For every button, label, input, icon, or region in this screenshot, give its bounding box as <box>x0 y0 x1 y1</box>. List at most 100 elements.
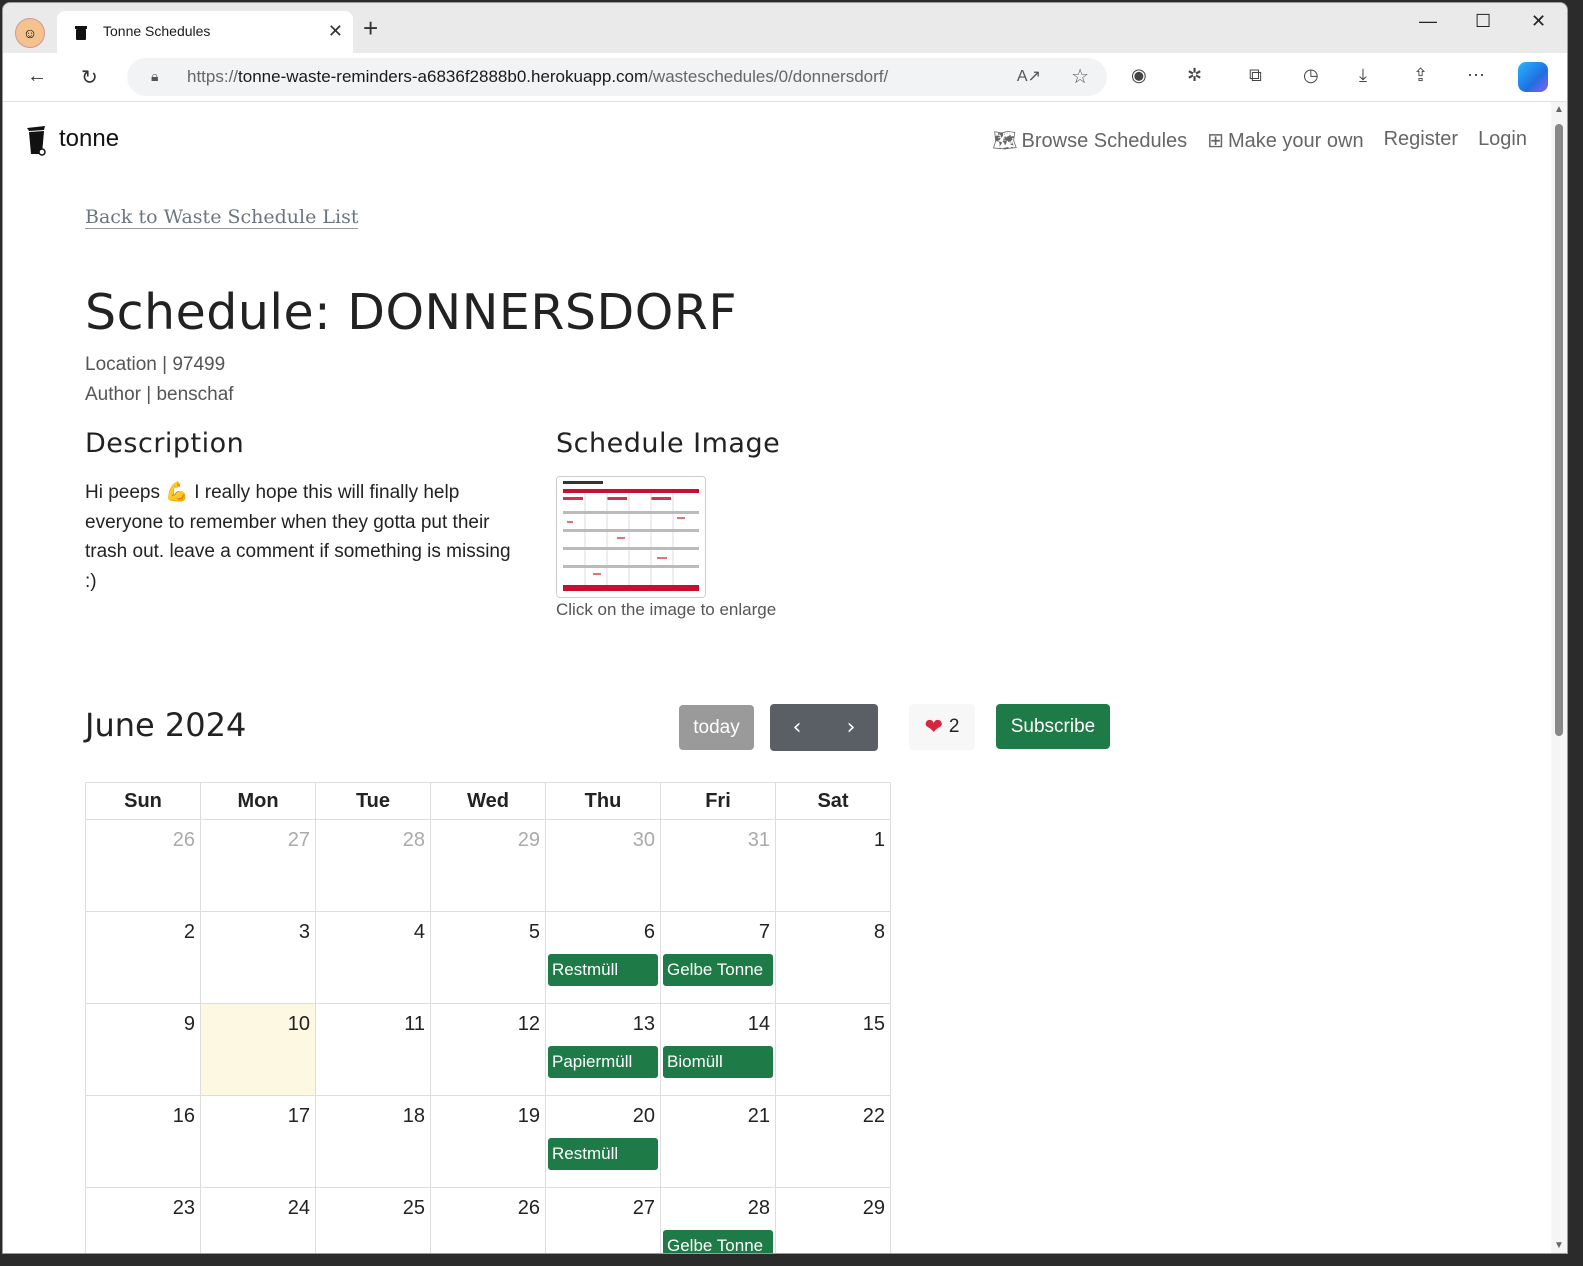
calendar-day-cell[interactable]: 9 <box>85 1003 201 1096</box>
copilot-icon[interactable] <box>1518 62 1548 92</box>
day-number[interactable]: 26 <box>518 1197 540 1220</box>
day-number[interactable]: 23 <box>173 1197 195 1220</box>
calendar-event[interactable]: Papiermüll <box>548 1046 658 1078</box>
browser-tab[interactable]: Tonne Schedules ✕ <box>57 11 353 53</box>
profile-avatar-icon[interactable]: ☺ <box>15 18 45 48</box>
download-icon[interactable]: ⤓ <box>1359 65 1367 86</box>
calendar-day-cell[interactable]: 14 Biomüll <box>660 1003 776 1096</box>
day-number[interactable]: 11 <box>404 1013 425 1036</box>
calendar-day-cell[interactable]: 1 <box>775 819 891 912</box>
calendar-day-cell[interactable]: 26 <box>430 1187 546 1253</box>
subscribe-button[interactable]: Subscribe <box>996 704 1110 749</box>
tab-close-icon[interactable]: ✕ <box>328 21 343 42</box>
calendar-day-cell[interactable]: 24 <box>200 1187 316 1253</box>
site-brand[interactable]: tonne <box>25 122 119 156</box>
day-number[interactable]: 21 <box>748 1105 770 1128</box>
day-number[interactable]: 2 <box>184 921 195 944</box>
share-icon[interactable]: ⇪ <box>1413 65 1428 86</box>
calendar-day-cell[interactable]: 2 <box>85 911 201 1004</box>
calendar-day-cell[interactable]: 5 <box>430 911 546 1004</box>
day-number[interactable]: 14 <box>748 1013 770 1036</box>
nav-register[interactable]: Register <box>1384 128 1458 153</box>
calendar-event[interactable]: Biomüll <box>663 1046 773 1078</box>
calendar-day-cell[interactable]: 15 <box>775 1003 891 1096</box>
scrollbar-thumb[interactable] <box>1555 124 1563 736</box>
day-number[interactable]: 30 <box>633 829 655 852</box>
today-button[interactable]: today <box>679 705 754 750</box>
day-number[interactable]: 1 <box>874 829 885 852</box>
calendar-day-cell[interactable]: 16 <box>85 1095 201 1188</box>
calendar-day-cell[interactable]: 8 <box>775 911 891 1004</box>
day-number[interactable]: 26 <box>173 829 195 852</box>
calendar-day-cell[interactable]: 7 Gelbe Tonne <box>660 911 776 1004</box>
calendar-day-cell[interactable]: 19 <box>430 1095 546 1188</box>
calendar-day-cell[interactable]: 30 <box>545 819 661 912</box>
back-arrow-icon[interactable]: ← <box>27 65 47 88</box>
url-text[interactable]: https://tonne-waste-reminders-a6836f2888… <box>187 67 888 87</box>
day-number[interactable]: 25 <box>403 1197 425 1220</box>
lock-icon[interactable]: 🔒︎ <box>151 68 158 85</box>
day-number[interactable]: 8 <box>874 921 885 944</box>
day-number[interactable]: 28 <box>403 829 425 852</box>
calendar-day-cell[interactable]: 12 <box>430 1003 546 1096</box>
back-to-list-link[interactable]: Back to Waste Schedule List <box>85 206 359 229</box>
calendar-day-cell[interactable]: 11 <box>315 1003 431 1096</box>
calendar-day-cell[interactable]: 18 <box>315 1095 431 1188</box>
history-icon[interactable]: ◷ <box>1303 65 1319 86</box>
calendar-event[interactable]: Gelbe Tonne <box>663 954 773 986</box>
scroll-up-icon[interactable]: ▲ <box>1554 104 1564 115</box>
favorite-star-icon[interactable]: ☆ <box>1071 64 1089 89</box>
day-number[interactable]: 4 <box>414 921 425 944</box>
calendar-day-cell[interactable]: 28 <box>315 819 431 912</box>
calendar-event[interactable]: Restmüll <box>548 1138 658 1170</box>
day-number[interactable]: 19 <box>518 1105 540 1128</box>
scroll-down-icon[interactable]: ▼ <box>1554 1240 1564 1251</box>
calendar-day-cell[interactable]: 29 <box>430 819 546 912</box>
day-number[interactable]: 20 <box>633 1105 655 1128</box>
minimize-icon[interactable]: — <box>1419 11 1437 32</box>
day-number[interactable]: 6 <box>644 921 655 944</box>
more-menu-icon[interactable]: ⋯ <box>1467 65 1485 86</box>
collections-icon[interactable]: ⧉ <box>1249 65 1262 86</box>
calendar-day-cell[interactable]: 3 <box>200 911 316 1004</box>
day-number[interactable]: 29 <box>863 1197 885 1220</box>
calendar-day-cell[interactable]: 26 <box>85 819 201 912</box>
day-number[interactable]: 17 <box>288 1105 310 1128</box>
calendar-day-cell[interactable]: 27 <box>545 1187 661 1253</box>
extensions-puzzle-icon[interactable]: ✲ <box>1187 65 1202 86</box>
calendar-day-cell[interactable]: 4 <box>315 911 431 1004</box>
nav-login[interactable]: Login <box>1478 128 1527 153</box>
day-number[interactable]: 27 <box>633 1197 655 1220</box>
calendar-day-cell[interactable]: 17 <box>200 1095 316 1188</box>
maximize-icon[interactable]: ☐ <box>1475 11 1491 32</box>
refresh-icon[interactable]: ↻ <box>81 65 98 90</box>
day-number[interactable]: 5 <box>529 921 540 944</box>
new-tab-icon[interactable]: + <box>363 15 378 41</box>
calendar-day-cell[interactable]: 23 <box>85 1187 201 1253</box>
page-scrollbar[interactable]: ▲ ▼ <box>1551 102 1567 1253</box>
day-number[interactable]: 18 <box>403 1105 425 1128</box>
read-aloud-icon[interactable]: A↗ <box>1017 66 1041 86</box>
day-number[interactable]: 16 <box>173 1105 195 1128</box>
like-button[interactable]: ❤ 2 <box>909 704 975 750</box>
calendar-day-cell[interactable]: 29 <box>775 1187 891 1253</box>
calendar-day-cell[interactable]: 20 Restmüll <box>545 1095 661 1188</box>
day-number[interactable]: 29 <box>518 829 540 852</box>
calendar-day-cell[interactable]: 28 Gelbe Tonne <box>660 1187 776 1253</box>
close-window-icon[interactable]: ✕ <box>1531 11 1546 32</box>
schedule-image-thumbnail[interactable] <box>556 476 706 598</box>
day-number[interactable]: 9 <box>184 1013 195 1036</box>
day-number[interactable]: 3 <box>299 921 310 944</box>
calendar-day-cell[interactable]: 6 Restmüll <box>545 911 661 1004</box>
day-number[interactable]: 12 <box>518 1013 540 1036</box>
day-number[interactable]: 10 <box>288 1013 310 1036</box>
day-number[interactable]: 15 <box>863 1013 885 1036</box>
calendar-day-cell[interactable]: 22 <box>775 1095 891 1188</box>
day-number[interactable]: 24 <box>288 1197 310 1220</box>
nav-make-your-own[interactable]: ⊞ Make your own <box>1207 128 1363 153</box>
day-number[interactable]: 31 <box>748 829 770 852</box>
calendar-day-cell[interactable]: 27 <box>200 819 316 912</box>
calendar-day-cell[interactable]: 21 <box>660 1095 776 1188</box>
day-number[interactable]: 22 <box>863 1105 885 1128</box>
chevron-left-icon[interactable]: ‹ <box>770 704 824 751</box>
